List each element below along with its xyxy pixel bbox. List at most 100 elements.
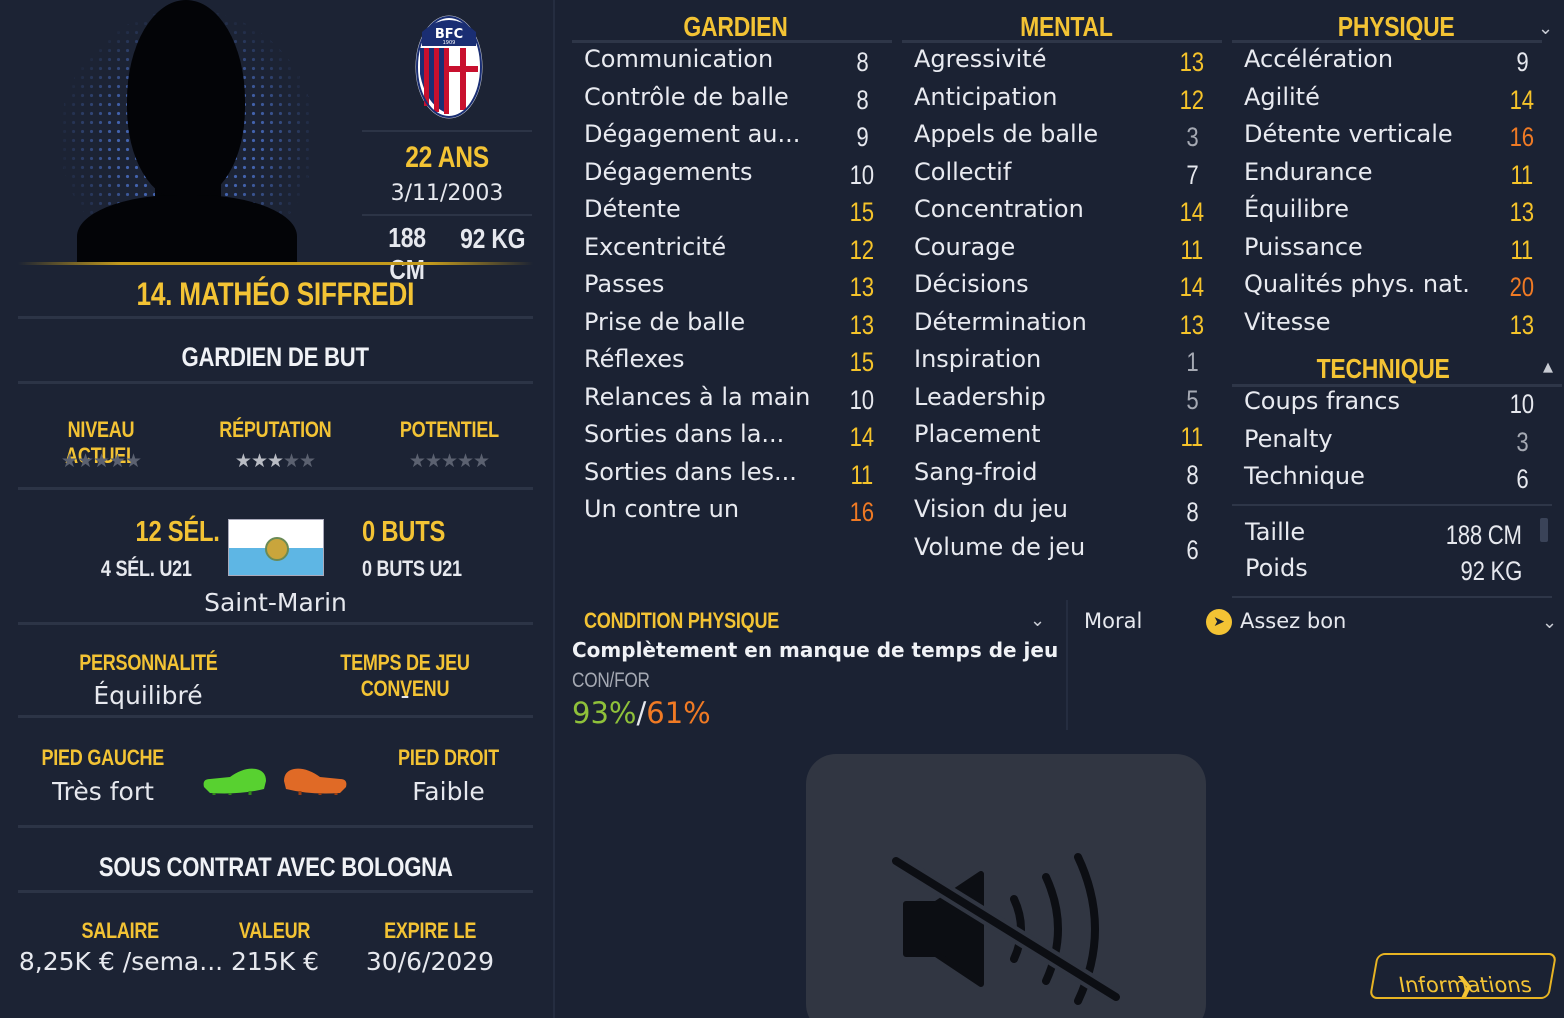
- attribute-name: Anticipation: [914, 82, 1058, 111]
- attribute-value: 15: [849, 347, 875, 377]
- attribute-name: Prise de balle: [584, 307, 746, 336]
- attribute-row[interactable]: Leadership 5: [902, 383, 1222, 420]
- attribute-value: 12: [849, 234, 875, 265]
- attribute-row[interactable]: Anticipation 12: [902, 83, 1222, 120]
- attribute-row[interactable]: Inspiration 1: [902, 345, 1222, 382]
- attribute-name: Contrôle de balle: [584, 82, 789, 111]
- attribute-row[interactable]: Volume de jeu 6: [902, 533, 1222, 570]
- attribute-value: 14: [1179, 197, 1205, 227]
- chevron-up-icon[interactable]: ▲: [1543, 360, 1553, 375]
- svg-text:1909: 1909: [443, 40, 456, 46]
- condition-chevron-icon[interactable]: ⌄: [1030, 610, 1045, 631]
- attribute-name: Puissance: [1244, 232, 1363, 261]
- attribute-row[interactable]: Dégagement au... 9: [572, 120, 892, 157]
- attribute-value: 10: [849, 384, 875, 415]
- attribute-row[interactable]: Sorties dans la... 14: [572, 420, 892, 457]
- attribute-row[interactable]: Passes 13: [572, 270, 892, 307]
- attribute-value: 9: [1515, 47, 1529, 77]
- attribute-row[interactable]: Relances à la main 10: [572, 383, 892, 420]
- scrollbar[interactable]: [1540, 518, 1548, 542]
- attribute-row[interactable]: Contrôle de balle 8: [572, 83, 892, 120]
- potential-label: POTENTIEL: [399, 417, 499, 442]
- attribute-row[interactable]: Prise de balle 13: [572, 308, 892, 345]
- player-position: GARDIEN DE BUT: [181, 342, 370, 372]
- attribute-row[interactable]: Communication 8: [572, 45, 892, 82]
- attribute-value: 3: [1515, 426, 1529, 457]
- player-weight: 92 KG: [460, 223, 526, 254]
- attribute-value: 6: [1515, 464, 1529, 494]
- attribute-row[interactable]: Collectif 7: [902, 158, 1222, 195]
- bologna-crest-icon[interactable]: BFC 1909: [414, 14, 484, 120]
- attribute-value: 10: [849, 159, 875, 190]
- attribute-row[interactable]: Concentration 14: [902, 195, 1222, 232]
- informations-button[interactable]: Informations ❯: [1368, 953, 1558, 999]
- attribute-value: 16: [849, 497, 875, 527]
- condition-status: Complètement en manque de temps de jeu: [572, 638, 1059, 662]
- attribute-row[interactable]: Un contre un 16: [572, 495, 892, 532]
- video-placeholder[interactable]: [806, 754, 1206, 1018]
- attribute-value: 13: [849, 272, 875, 302]
- attribute-name: Placement: [914, 420, 1041, 448]
- attribute-row[interactable]: Détente 15: [572, 195, 892, 232]
- attribute-row[interactable]: Endurance 11: [1232, 158, 1552, 195]
- potential-stars: ★★★★★: [408, 450, 490, 472]
- attribute-row[interactable]: Vitesse 13: [1232, 308, 1552, 345]
- attribute-row[interactable]: Courage 11: [902, 233, 1222, 270]
- attribute-row[interactable]: Excentricité 12: [572, 233, 892, 270]
- attribute-value: 8: [1185, 497, 1199, 527]
- personality-value: Équilibré: [93, 681, 203, 710]
- attribute-row[interactable]: Puissance 11: [1232, 233, 1552, 270]
- goals-u21: 0 BUTS U21: [362, 556, 462, 581]
- attribute-row[interactable]: Détente verticale 16: [1232, 120, 1552, 157]
- attribute-row[interactable]: Qualités phys. nat. 20: [1232, 270, 1552, 307]
- attribute-row[interactable]: Équilibre 13: [1232, 195, 1552, 232]
- attribute-name: Un contre un: [584, 495, 740, 523]
- attribute-row[interactable]: Agressivité 13: [902, 45, 1222, 82]
- attribute-row[interactable]: Sorties dans les... 11: [572, 458, 892, 495]
- attribute-value: 14: [1509, 84, 1535, 115]
- attribute-row[interactable]: Technique 6: [1232, 462, 1552, 499]
- player-name: 14. MATHÉO SIFFREDI: [136, 276, 415, 312]
- attribute-name: Accélération: [1244, 45, 1394, 73]
- attribute-value: 20: [1509, 272, 1535, 302]
- attribute-row[interactable]: Placement 11: [902, 420, 1222, 457]
- left-boot-icon: [203, 768, 266, 795]
- right-foot-value: Faible: [412, 777, 485, 806]
- chevron-right-icon: ❯: [1454, 973, 1477, 997]
- attribute-row[interactable]: Agilité 14: [1232, 83, 1552, 120]
- chevron-down-icon[interactable]: ⌄: [1538, 18, 1553, 39]
- attribute-value: 16: [1509, 122, 1535, 152]
- attribute-row[interactable]: Sang-froid 8: [902, 458, 1222, 495]
- attribute-name: Technique: [1244, 462, 1365, 490]
- attribute-name: Qualités phys. nat.: [1244, 270, 1470, 298]
- goals: 0 BUTS: [362, 516, 446, 548]
- right-foot-label: PIED DROIT: [398, 745, 499, 770]
- player-dob: 3/11/2003: [390, 181, 504, 206]
- attribute-value: 11: [1510, 159, 1534, 190]
- con-for-label: CON/FOR: [572, 669, 650, 692]
- attribute-row[interactable]: Accélération 9: [1232, 45, 1552, 82]
- attribute-value: 13: [1509, 309, 1535, 340]
- attribute-name: Dégagement au...: [584, 120, 801, 148]
- attribute-name: Volume de jeu: [914, 532, 1086, 561]
- attribute-row[interactable]: Détermination 13: [902, 308, 1222, 345]
- attribute-name: Courage: [914, 232, 1016, 261]
- attribute-row[interactable]: Réflexes 15: [572, 345, 892, 382]
- mute-icon[interactable]: [886, 849, 1126, 1009]
- attribute-row[interactable]: Vision du jeu 8: [902, 495, 1222, 532]
- player-portrait: [55, 0, 325, 262]
- attribute-row[interactable]: Penalty 3: [1232, 425, 1552, 462]
- attribute-name: Agilité: [1244, 82, 1320, 111]
- attribute-name: Relances à la main: [584, 382, 811, 411]
- attribute-name: Agressivité: [914, 45, 1047, 73]
- attribute-name: Dégagements: [584, 157, 753, 186]
- attribute-row[interactable]: Coups francs 10: [1232, 387, 1552, 424]
- attribute-row[interactable]: Décisions 14: [902, 270, 1222, 307]
- nationality: Saint-Marin: [204, 588, 347, 617]
- attribute-value: 15: [849, 197, 875, 227]
- attribute-name: Leadership: [914, 382, 1046, 411]
- morale-chevron-icon[interactable]: ⌄: [1542, 612, 1557, 633]
- attribute-row[interactable]: Dégagements 10: [572, 158, 892, 195]
- wage-label: SALAIRE: [81, 918, 159, 943]
- attribute-row[interactable]: Appels de balle 3: [902, 120, 1222, 157]
